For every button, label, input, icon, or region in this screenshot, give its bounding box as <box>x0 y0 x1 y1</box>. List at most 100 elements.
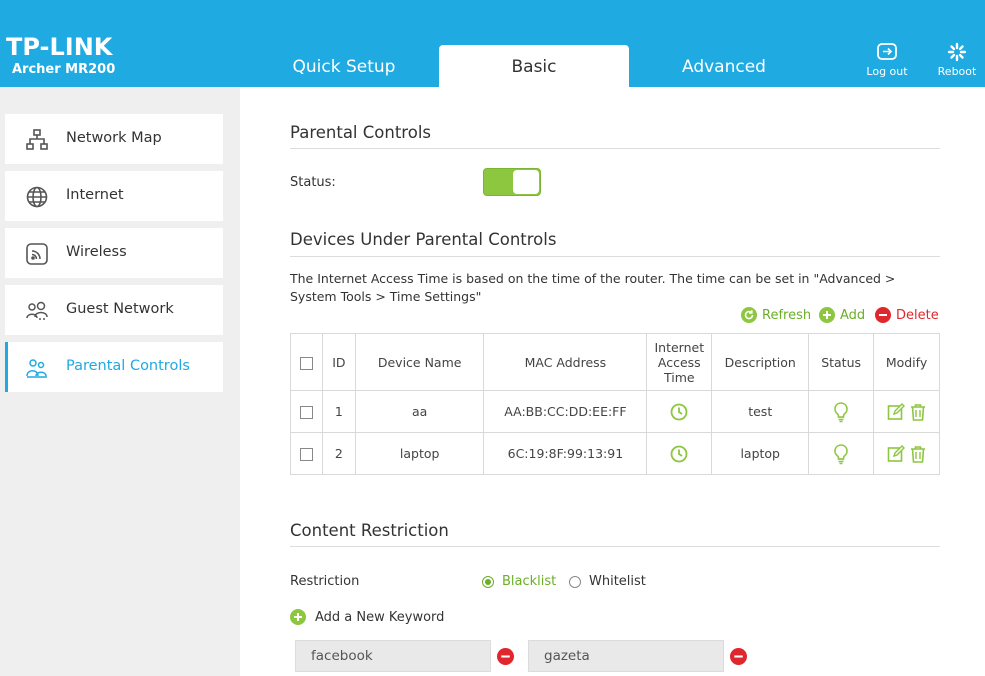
table-row: 2 laptop 6C:19:8F:99:13:91 laptop <box>290 432 940 475</box>
sidebar-item-label: Parental Controls <box>66 358 190 374</box>
add-keyword-label: Add a New Keyword <box>315 609 445 625</box>
tab-quick-setup[interactable]: Quick Setup <box>249 45 439 87</box>
row-checkbox[interactable] <box>299 406 313 419</box>
content-restriction-title: Content Restriction <box>290 521 449 540</box>
tab-basic[interactable]: Basic <box>439 45 629 87</box>
tab-advanced[interactable]: Advanced <box>629 45 819 87</box>
edit-icon[interactable] <box>887 444 905 463</box>
col-status: Status <box>808 333 875 391</box>
reboot-label: Reboot <box>937 65 977 78</box>
add-button[interactable]: Add <box>819 307 865 323</box>
delete-button[interactable]: Delete <box>875 307 939 323</box>
divider <box>290 546 940 547</box>
sidebar-item-label: Internet <box>66 187 124 203</box>
row-select-cell <box>290 390 323 433</box>
delete-label: Delete <box>896 307 939 323</box>
time-note: The Internet Access Time is based on the… <box>290 271 896 304</box>
cell-mac: 6C:19:8F:99:13:91 <box>483 432 648 475</box>
divider <box>290 256 940 257</box>
sidebar-item-label: Network Map <box>66 130 162 146</box>
cell-access-time <box>646 390 713 433</box>
whitelist-label: Whitelist <box>589 574 646 589</box>
plus-icon <box>819 307 835 323</box>
clock-icon[interactable] <box>670 445 688 463</box>
sidebar-item-label: Wireless <box>66 244 127 260</box>
cell-description: laptop <box>711 432 810 475</box>
cell-device-name: aa <box>354 390 485 433</box>
sidebar-item-wireless[interactable]: Wireless <box>5 228 223 278</box>
cell-status <box>808 390 875 433</box>
lightbulb-icon[interactable] <box>833 401 849 423</box>
add-keyword-button[interactable]: Add a New Keyword <box>290 609 444 625</box>
table-header-row: ID Device Name MAC Address Internet Acce… <box>290 333 940 391</box>
sidebar-item-network-map[interactable]: Network Map <box>5 114 223 164</box>
minus-icon <box>875 307 891 323</box>
model-name: Archer MR200 <box>12 62 116 77</box>
restriction-label: Restriction <box>290 574 360 589</box>
logout-button[interactable]: Log out <box>857 42 917 78</box>
lightbulb-icon[interactable] <box>833 443 849 465</box>
cell-mac: AA:BB:CC:DD:EE:FF <box>483 390 648 433</box>
logout-label: Log out <box>866 65 908 78</box>
devices-title: Devices Under Parental Controls <box>290 230 557 249</box>
refresh-icon <box>741 307 757 323</box>
status-toggle[interactable] <box>483 168 541 196</box>
trash-icon[interactable] <box>909 403 927 421</box>
logout-icon <box>877 43 897 60</box>
sidebar-item-internet[interactable]: Internet <box>5 171 223 221</box>
add-label: Add <box>840 307 866 323</box>
main-content: Parental Controls Status: Devices Under … <box>240 87 985 676</box>
col-internet-access-time: Internet Access Time <box>646 333 713 391</box>
globe-icon <box>26 186 48 208</box>
plus-icon <box>290 609 306 625</box>
select-all-cell <box>290 333 323 391</box>
parental-controls-title: Parental Controls <box>290 123 431 142</box>
whitelist-radio[interactable]: Whitelist <box>569 574 646 589</box>
reboot-button[interactable]: Reboot <box>927 42 985 78</box>
devices-table: ID Device Name MAC Address Internet Acce… <box>290 333 940 475</box>
refresh-label: Refresh <box>762 307 812 323</box>
radio-dot <box>569 575 581 588</box>
cell-description: test <box>711 390 810 433</box>
trash-icon[interactable] <box>909 445 927 463</box>
guest-network-icon <box>26 301 48 320</box>
cell-access-time <box>646 432 713 475</box>
parental-controls-icon <box>26 359 47 378</box>
refresh-button[interactable]: Refresh <box>741 307 811 323</box>
clock-icon[interactable] <box>670 403 688 421</box>
radio-dot <box>482 575 494 588</box>
brand-logo: TP-LINK <box>6 33 113 61</box>
col-device-name: Device Name <box>354 333 485 391</box>
keyword-field[interactable]: gazeta <box>528 640 724 672</box>
row-select-cell <box>290 432 323 475</box>
select-all-checkbox[interactable] <box>299 356 313 370</box>
sidebar-item-parental-controls[interactable]: Parental Controls <box>5 342 223 392</box>
cell-id: 1 <box>321 390 356 433</box>
blacklist-label: Blacklist <box>502 574 557 589</box>
divider <box>290 148 940 149</box>
cell-modify <box>873 432 940 475</box>
wireless-icon <box>26 243 48 265</box>
top-header: TP-LINK Archer MR200 Quick Setup Basic A… <box>0 0 985 87</box>
sidebar: Network Map Internet Wireless Guest Netw… <box>0 87 240 676</box>
blacklist-radio[interactable]: Blacklist <box>482 574 556 589</box>
remove-keyword-icon[interactable] <box>730 648 747 665</box>
toggle-knob <box>513 170 539 194</box>
remove-keyword-icon[interactable] <box>497 648 514 665</box>
cell-id: 2 <box>321 432 356 475</box>
cell-modify <box>873 390 940 433</box>
cell-status <box>808 432 875 475</box>
col-mac-address: MAC Address <box>483 333 648 391</box>
cell-device-name: laptop <box>354 432 485 475</box>
col-description: Description <box>711 333 810 391</box>
reboot-icon <box>947 42 967 62</box>
col-modify: Modify <box>873 333 940 391</box>
keyword-field[interactable]: facebook <box>295 640 491 672</box>
col-id: ID <box>321 333 356 391</box>
table-row: 1 aa AA:BB:CC:DD:EE:FF test <box>290 390 940 433</box>
sidebar-item-guest-network[interactable]: Guest Network <box>5 285 223 335</box>
status-label: Status: <box>290 175 336 190</box>
edit-icon[interactable] <box>887 402 905 421</box>
row-checkbox[interactable] <box>299 448 313 461</box>
network-map-icon <box>26 129 48 150</box>
